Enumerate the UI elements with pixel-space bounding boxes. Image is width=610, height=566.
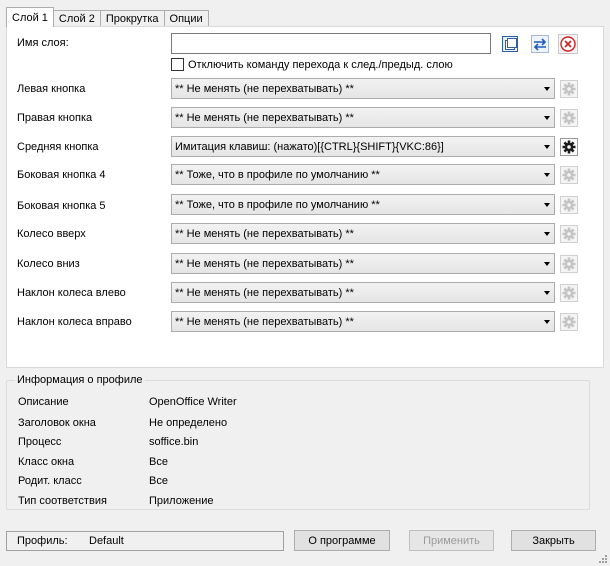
middle-button-select[interactable]: Имитация клавиш: (нажато)[{CTRL}{SHIFT}{… — [171, 136, 555, 157]
info-key-process: Процесс — [18, 436, 62, 448]
right-button-select[interactable]: ** Не менять (не перехватывать) ** — [171, 107, 555, 128]
side-button-4-settings-button[interactable] — [558, 164, 579, 185]
info-key-window-title: Заголовок окна — [18, 417, 96, 429]
side-button-5-select[interactable]: ** Тоже, что в профиле по умолчанию ** — [171, 194, 555, 215]
layer-name-input[interactable] — [171, 33, 491, 54]
left-button-settings-button[interactable] — [558, 78, 579, 99]
disable-layer-switch-label: Отключить команду перехода к след./преды… — [188, 58, 453, 71]
about-button[interactable]: О программе — [294, 530, 390, 551]
right-button-label: Правая кнопка — [17, 112, 93, 124]
copy-icon — [502, 35, 518, 52]
chevron-down-icon — [544, 173, 550, 177]
chevron-down-icon — [544, 116, 550, 120]
tab-bar: Слой 1 Слой 2 Прокрутка Опции — [6, 7, 209, 27]
disable-layer-switch-checkbox[interactable] — [171, 58, 184, 71]
gear-icon — [559, 108, 578, 127]
wheel-down-value: ** Не менять (не перехватывать) ** — [175, 257, 354, 270]
middle-button-label: Средняя кнопка — [17, 141, 99, 153]
profile-info-title: Информация о профиле — [15, 374, 145, 386]
close-button[interactable]: Закрыть — [511, 530, 596, 551]
profile-status: Профиль: Default — [6, 531, 284, 551]
wheel-up-value: ** Не менять (не перехватывать) ** — [175, 227, 354, 240]
wheel-up-label: Колесо вверх — [17, 228, 86, 240]
left-button-select[interactable]: ** Не менять (не перехватывать) ** — [171, 78, 555, 99]
delete-layer-button[interactable] — [557, 33, 579, 54]
wheel-up-select[interactable]: ** Не менять (не перехватывать) ** — [171, 223, 555, 244]
side-button-4-select[interactable]: ** Тоже, что в профиле по умолчанию ** — [171, 164, 555, 185]
swap-arrows-icon — [531, 34, 549, 53]
info-key-window-class: Класс окна — [18, 456, 75, 468]
left-button-label: Левая кнопка — [17, 83, 86, 95]
left-button-value: ** Не менять (не перехватывать) ** — [175, 82, 354, 95]
side-button-5-label: Боковая кнопка 5 — [17, 200, 106, 212]
tilt-left-label: Наклон колеса влево — [17, 287, 126, 299]
tab-layer-1[interactable]: Слой 1 — [6, 7, 54, 27]
profile-info-group: Информация о профиле Описание OpenOffice… — [6, 374, 590, 510]
middle-button-settings-button[interactable] — [558, 136, 579, 157]
tilt-left-select[interactable]: ** Не менять (не перехватывать) ** — [171, 282, 555, 303]
copy-layer-button[interactable] — [499, 33, 521, 54]
profile-status-value: Default — [89, 535, 124, 547]
right-button-value: ** Не менять (не перехватывать) ** — [175, 111, 354, 124]
info-value-window-title: Не определено — [149, 417, 228, 429]
tilt-right-value: ** Не менять (не перехватывать) ** — [175, 315, 354, 328]
tab-options[interactable]: Опции — [163, 10, 209, 27]
wheel-down-select[interactable]: ** Не менять (не перехватывать) ** — [171, 253, 555, 274]
chevron-down-icon — [544, 291, 550, 295]
gear-icon — [559, 165, 578, 184]
tab-layer-2[interactable]: Слой 2 — [52, 10, 101, 27]
tilt-right-select[interactable]: ** Не менять (не перехватывать) ** — [171, 311, 555, 332]
gear-icon — [559, 195, 578, 214]
side-button-4-label: Боковая кнопка 4 — [17, 169, 106, 181]
info-value-parent-class: Все — [149, 475, 168, 487]
wheel-down-label: Колесо вниз — [17, 258, 80, 270]
info-value-process: soffice.bin — [149, 436, 199, 448]
chevron-down-icon — [544, 262, 550, 266]
layer-name-label: Имя слоя: — [17, 37, 69, 49]
middle-button-value: Имитация клавиш: (нажато)[{CTRL}{SHIFT}{… — [175, 140, 444, 153]
info-value-window-class: Все — [149, 456, 168, 468]
resize-grip-icon[interactable] — [598, 554, 608, 564]
info-key-parent-class: Родит. класс — [18, 475, 82, 487]
apply-button[interactable]: Применить — [409, 530, 494, 551]
profile-status-label: Профиль: — [17, 535, 68, 547]
gear-icon — [559, 312, 578, 331]
right-button-settings-button[interactable] — [558, 107, 579, 128]
side-button-4-value: ** Тоже, что в профиле по умолчанию ** — [175, 168, 380, 181]
chevron-down-icon — [544, 320, 550, 324]
wheel-down-settings-button[interactable] — [558, 253, 579, 274]
tab-scroll[interactable]: Прокрутка — [99, 10, 165, 27]
tilt-left-value: ** Не менять (не перехватывать) ** — [175, 286, 354, 299]
chevron-down-icon — [544, 203, 550, 207]
gear-icon — [559, 137, 578, 156]
chevron-down-icon — [544, 232, 550, 236]
chevron-down-icon — [544, 87, 550, 91]
side-button-5-settings-button[interactable] — [558, 194, 579, 215]
info-value-description: OpenOffice Writer — [149, 396, 237, 408]
swap-layer-button[interactable] — [529, 33, 551, 54]
info-key-match-type: Тип соответствия — [18, 495, 107, 507]
wheel-up-settings-button[interactable] — [558, 223, 579, 244]
layer-panel: Имя слоя: Отключить команду перехода к с… — [6, 26, 604, 368]
tilt-right-label: Наклон колеса вправо — [17, 316, 132, 328]
gear-icon — [559, 224, 578, 243]
delete-icon — [558, 33, 578, 54]
info-key-description: Описание — [18, 396, 69, 408]
side-button-5-value: ** Тоже, что в профиле по умолчанию ** — [175, 198, 380, 211]
gear-icon — [559, 254, 578, 273]
disable-layer-switch-option[interactable]: Отключить команду перехода к след./преды… — [171, 58, 453, 71]
gear-icon — [559, 283, 578, 302]
tilt-left-settings-button[interactable] — [558, 282, 579, 303]
chevron-down-icon — [544, 145, 550, 149]
info-value-match-type: Приложение — [149, 495, 214, 507]
gear-icon — [559, 79, 578, 98]
tilt-right-settings-button[interactable] — [558, 311, 579, 332]
